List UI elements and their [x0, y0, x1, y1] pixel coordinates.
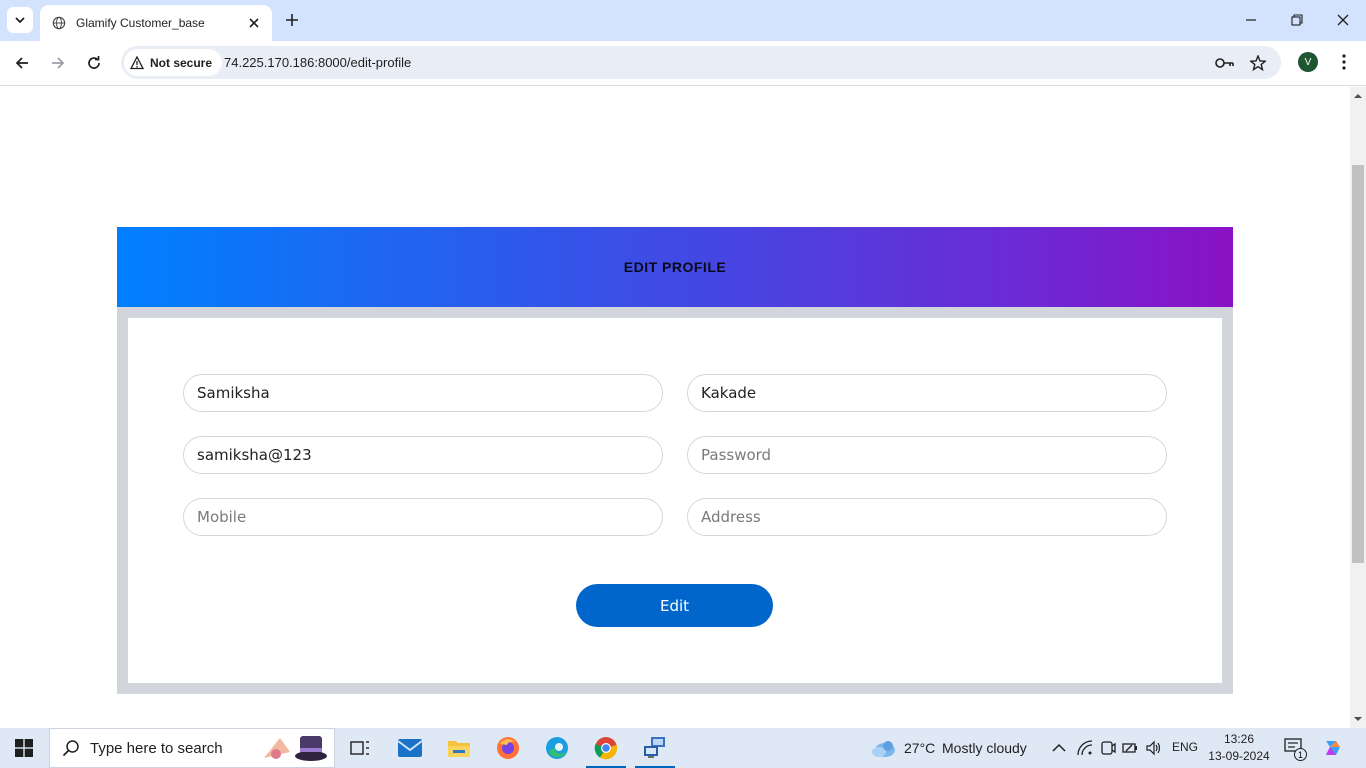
browser-toolbar: Not secure 74.225.170.186:8000/edit-prof…: [0, 41, 1366, 86]
bookmark-star-icon[interactable]: [1248, 53, 1268, 73]
taskbar-remote-app[interactable]: [631, 728, 679, 768]
restore-icon: [1291, 14, 1303, 26]
minimize-icon: [1246, 19, 1256, 21]
forward-button[interactable]: [44, 49, 72, 77]
reload-icon: [88, 56, 100, 69]
windows-logo-icon: [15, 739, 33, 757]
task-view-icon: [350, 741, 369, 755]
page-title: EDIT PROFILE: [623, 259, 727, 275]
battery-icon[interactable]: [1122, 740, 1138, 756]
task-view-button[interactable]: [336, 728, 384, 768]
folder-icon: [448, 741, 470, 757]
close-icon: [1337, 14, 1349, 26]
close-window-button[interactable]: [1320, 0, 1366, 40]
site-info-chip[interactable]: Not secure: [124, 49, 223, 76]
network-computer-icon: [644, 737, 665, 758]
tab-title: Glamify Customer_base: [76, 16, 205, 30]
email-field[interactable]: [183, 436, 663, 474]
arrow-right-icon: [52, 57, 65, 69]
page-scrollbar[interactable]: [1350, 87, 1366, 728]
browser-menu-button[interactable]: [1334, 50, 1354, 74]
chrome-icon: [594, 737, 618, 760]
cloudy-weather-icon: [872, 741, 895, 757]
taskbar-search-box[interactable]: Type here to search: [49, 728, 335, 768]
tab-search-button[interactable]: [7, 7, 33, 33]
taskbar-firefox[interactable]: [484, 728, 532, 768]
notification-count-badge: 1: [1294, 748, 1307, 761]
tab-strip: Glamify Customer_base: [0, 0, 1366, 41]
chevron-up-icon[interactable]: [1051, 740, 1067, 756]
input-language[interactable]: ENG: [1172, 740, 1198, 754]
address-bar[interactable]: Not secure 74.225.170.186:8000/edit-prof…: [121, 46, 1281, 79]
last-name-field[interactable]: [687, 374, 1167, 412]
system-clock[interactable]: 13:26 13-09-2024: [1208, 731, 1270, 765]
security-label: Not secure: [150, 55, 213, 70]
search-icon: [62, 740, 79, 757]
notification-center-button[interactable]: 1: [1284, 738, 1307, 761]
profile-avatar[interactable]: V: [1298, 52, 1318, 72]
clock-time: 13:26: [1223, 732, 1255, 746]
reload-button[interactable]: [80, 49, 108, 77]
search-highlight-illustration-icon: [264, 736, 327, 761]
search-placeholder: Type here to search: [90, 739, 223, 757]
globe-icon: [52, 16, 66, 30]
edit-submit-button[interactable]: Edit: [576, 584, 773, 627]
browser-tab-active[interactable]: Glamify Customer_base: [40, 5, 272, 41]
firefox-icon: [497, 737, 519, 759]
scroll-thumb[interactable]: [1352, 165, 1364, 563]
start-button[interactable]: [0, 728, 48, 768]
taskbar-mail-app[interactable]: [386, 728, 434, 768]
password-key-icon[interactable]: [1215, 53, 1235, 73]
password-field[interactable]: [687, 436, 1167, 474]
minimize-button[interactable]: [1228, 0, 1274, 40]
edit-profile-form: Edit: [128, 318, 1222, 683]
page-viewport: EDIT PROFILE Edit: [0, 87, 1350, 728]
copilot-icon[interactable]: [1322, 737, 1344, 764]
scroll-up-icon[interactable]: [1354, 92, 1362, 100]
taskbar-chrome[interactable]: [582, 728, 630, 768]
edit-profile-header: EDIT PROFILE: [117, 227, 1233, 307]
volume-icon[interactable]: [1145, 740, 1161, 756]
weather-temperature[interactable]: 27°C: [904, 740, 935, 756]
edit-profile-card: Edit: [117, 307, 1233, 694]
tab-close-icon[interactable]: [246, 15, 262, 31]
address-field[interactable]: [687, 498, 1167, 536]
clock-date: 13-09-2024: [1208, 749, 1270, 763]
first-name-field[interactable]: [183, 374, 663, 412]
url-text[interactable]: 74.225.170.186:8000/edit-profile: [224, 55, 411, 70]
warning-icon: [130, 55, 144, 69]
meet-now-icon[interactable]: [1100, 740, 1116, 756]
plus-icon: [286, 14, 298, 26]
back-button[interactable]: [8, 49, 36, 77]
chevron-down-icon: [15, 17, 25, 24]
arrow-left-icon: [15, 57, 28, 69]
mail-icon: [397, 739, 423, 757]
edge-icon: [546, 737, 568, 759]
weather-description[interactable]: Mostly cloudy: [942, 740, 1027, 756]
network-icon[interactable]: [1077, 740, 1093, 756]
more-vertical-icon: [1342, 54, 1346, 70]
new-tab-button[interactable]: [281, 9, 303, 31]
mobile-field[interactable]: [183, 498, 663, 536]
taskbar-file-explorer[interactable]: [435, 728, 483, 768]
windows-taskbar: Type here to search 27°C Mostly cloudy E…: [0, 728, 1366, 768]
scroll-down-icon[interactable]: [1354, 715, 1362, 723]
taskbar-edge[interactable]: [533, 728, 581, 768]
restore-button[interactable]: [1274, 0, 1320, 40]
